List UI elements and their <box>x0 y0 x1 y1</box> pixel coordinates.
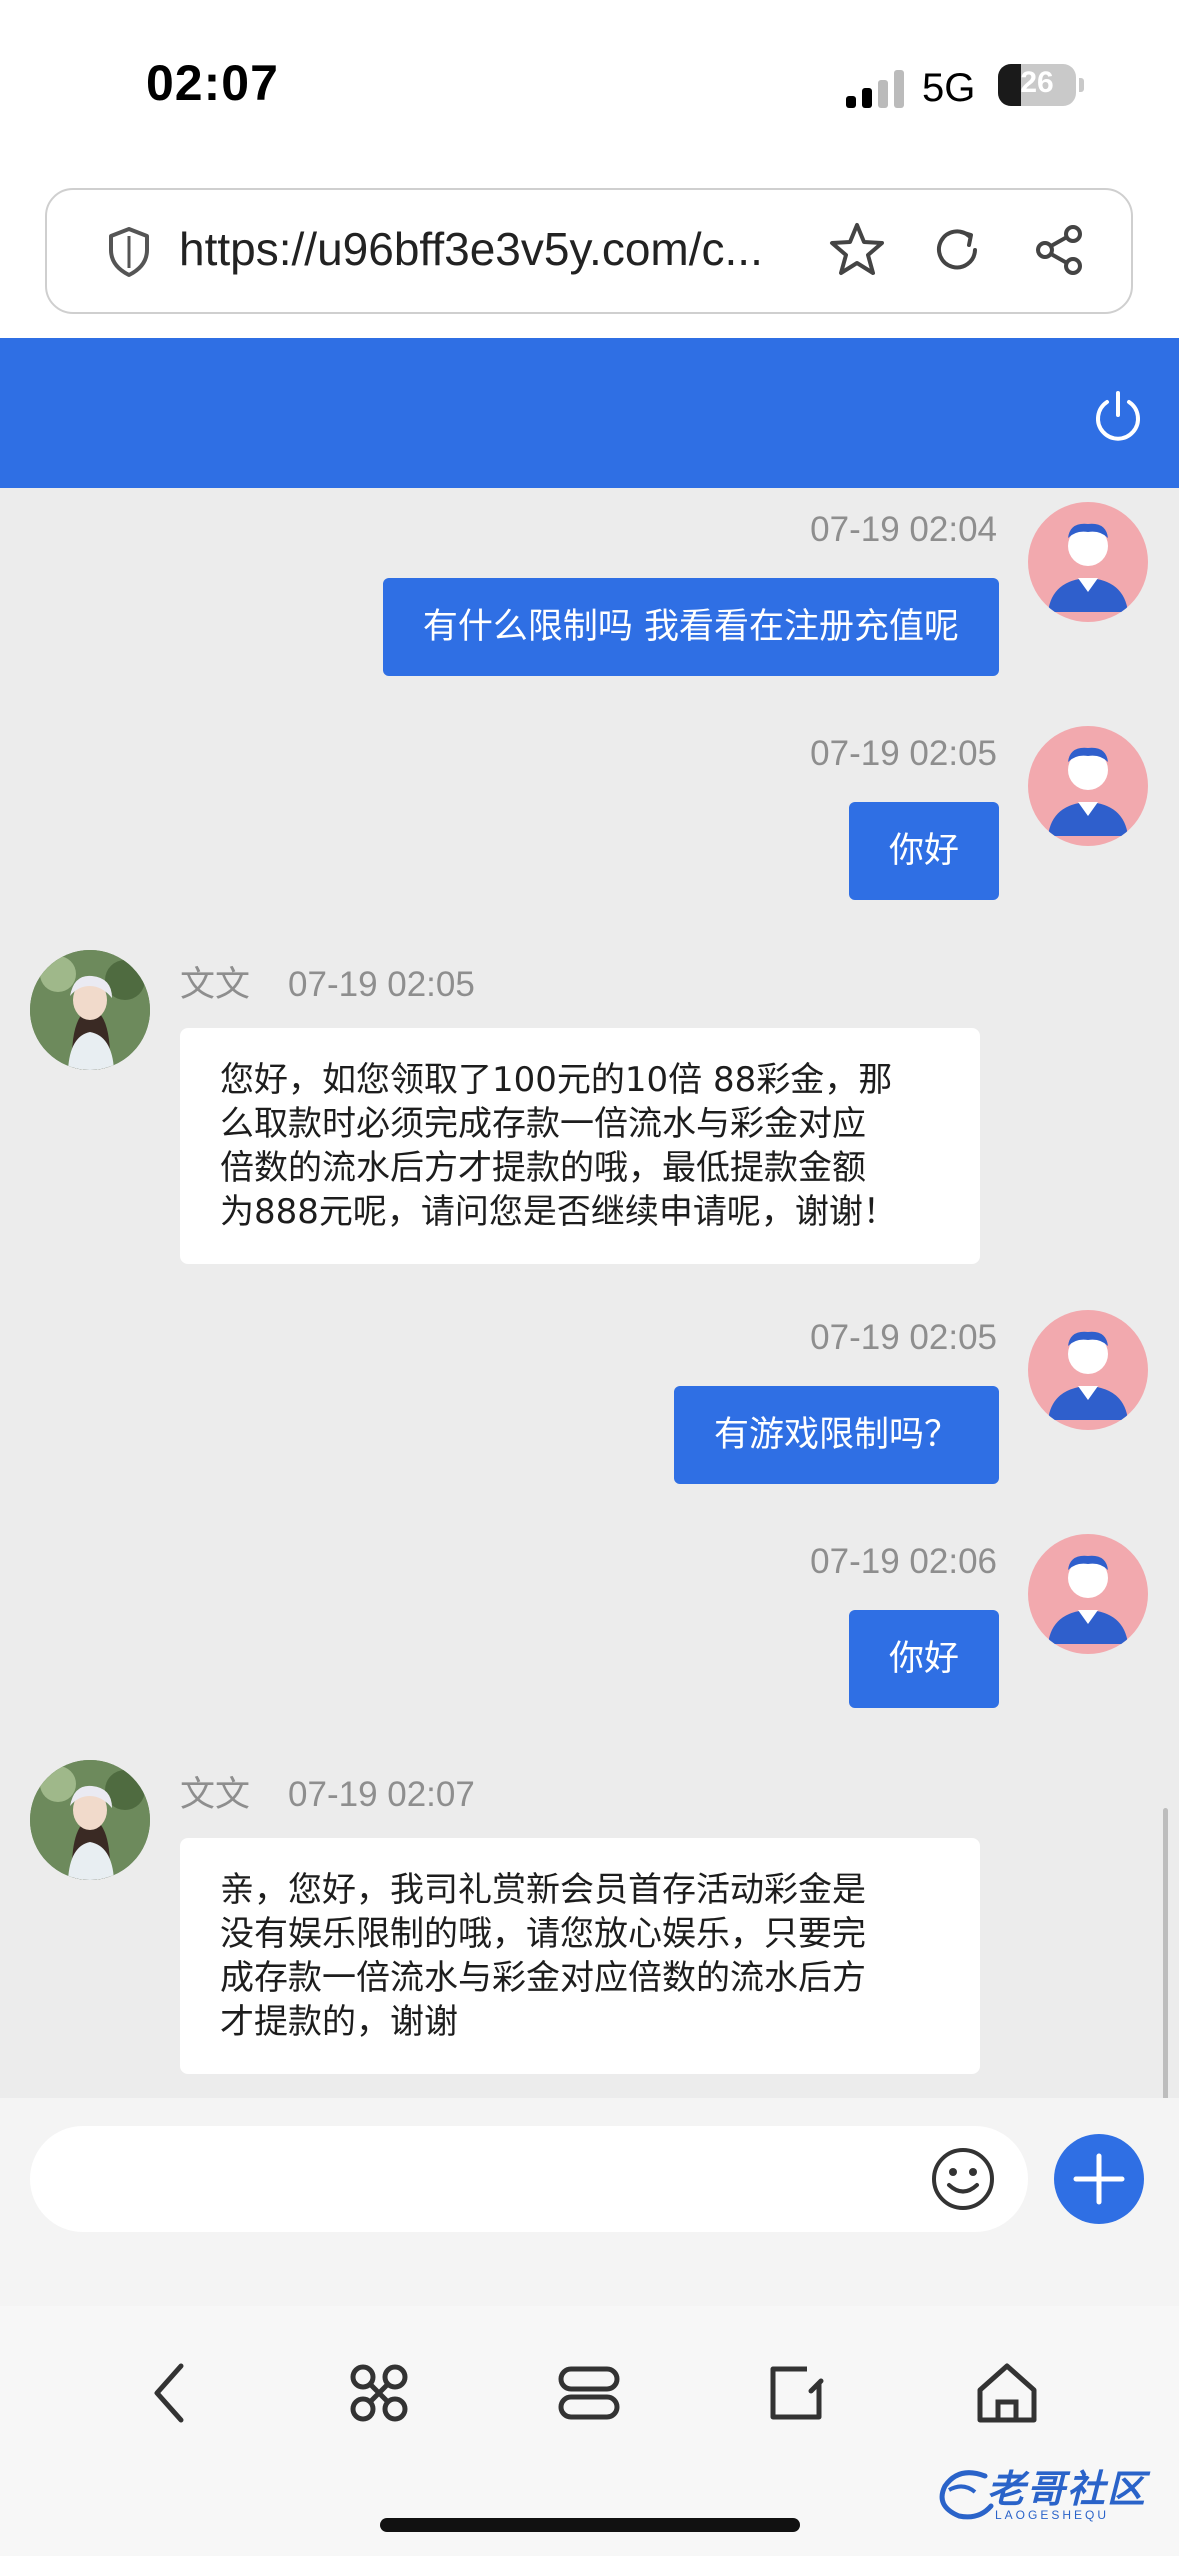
message-line: 成存款一倍流水与彩金对应倍数的流水后方 <box>220 1958 866 1998</box>
edit-button[interactable] <box>752 2348 842 2438</box>
message-time: 07-19 02:05 <box>288 965 475 1004</box>
message-line: 才提款的，谢谢 <box>220 2002 458 2042</box>
bottom-nav: 老哥社区 LAOGESHEQU <box>0 2306 1179 2556</box>
tabs-button[interactable] <box>544 2348 634 2438</box>
message-time: 07-19 02:04 <box>810 510 997 549</box>
message-bubble: 亲，您好，我司礼赏新会员首存活动彩金是 没有娱乐限制的哦，请您放心娱乐，只要完 … <box>180 1838 980 2074</box>
message-bubble: 你好 <box>848 1610 999 1708</box>
user-avatar <box>1028 1534 1148 1654</box>
watermark-logo: 老哥社区 LAOGESHEQU <box>935 2456 1165 2530</box>
home-indicator[interactable] <box>380 2518 800 2532</box>
message-bubble: 有游戏限制吗？ <box>673 1386 999 1484</box>
share-icon[interactable] <box>1031 222 1087 282</box>
agent-avatar <box>30 1760 150 1880</box>
input-area <box>0 2098 1179 2306</box>
agent-name: 文文 <box>180 965 251 1004</box>
message-line: 倍数的流水后方才提款的哦，最低提款金额 <box>220 1148 866 1188</box>
message-line: 您好，如您领取了100元的10倍 88彩金，那 <box>220 1060 893 1100</box>
message-line: 么取款时必须完成存款一倍流水与彩金对应 <box>220 1104 866 1144</box>
power-icon[interactable] <box>1090 388 1146 448</box>
message-bubble: 有什么限制吗 我看看在注册充值呢 <box>382 578 999 676</box>
network-label: 5G <box>922 66 976 110</box>
message-time: 07-19 02:05 <box>810 1318 997 1357</box>
chat-area[interactable]: 07-19 02:04 有什么限制吗 我看看在注册充值呢 07-19 02:05… <box>0 488 1179 2098</box>
chat-header <box>0 338 1179 488</box>
reload-icon[interactable] <box>929 222 985 282</box>
back-icon <box>154 2363 184 2423</box>
battery-icon: 26 <box>998 64 1076 106</box>
message-input[interactable] <box>30 2126 1028 2232</box>
watermark-text: 老哥社区 <box>987 2467 1148 2511</box>
back-button[interactable] <box>126 2348 216 2438</box>
message-time: 07-19 02:07 <box>288 1775 475 1814</box>
plus-icon <box>1073 2153 1125 2205</box>
edit-icon <box>770 2366 824 2420</box>
star-icon[interactable] <box>827 220 887 284</box>
battery-level: 26 <box>1020 66 1054 99</box>
watermark-subtext: LAOGESHEQU <box>995 2508 1110 2522</box>
message-time: 07-19 02:05 <box>810 734 997 773</box>
command-icon <box>350 2364 408 2422</box>
url-bar[interactable]: https://u96bff3e3v5y.com/c... <box>45 188 1133 314</box>
url-text[interactable]: https://u96bff3e3v5y.com/c... <box>179 222 869 276</box>
status-bar: 02:07 5G 26 <box>0 0 1179 170</box>
status-time: 02:07 <box>146 55 279 111</box>
add-button[interactable] <box>1054 2134 1144 2224</box>
agent-name: 文文 <box>180 1775 251 1814</box>
message-line: 为888元呢，请问您是否继续申请呢，谢谢！ <box>220 1192 897 1232</box>
signal-icon <box>846 70 904 108</box>
shield-icon[interactable] <box>107 226 151 282</box>
command-button[interactable] <box>334 2348 424 2438</box>
message-line: 没有娱乐限制的哦，请您放心娱乐，只要完 <box>220 1914 866 1954</box>
emoji-icon[interactable] <box>930 2146 996 2216</box>
user-avatar <box>1028 726 1148 846</box>
message-line: 亲，您好，我司礼赏新会员首存活动彩金是 <box>220 1870 866 1910</box>
user-avatar <box>1028 1310 1148 1430</box>
agent-avatar <box>30 950 150 1070</box>
user-avatar <box>1028 502 1148 622</box>
home-button[interactable] <box>962 2348 1052 2438</box>
message-bubble: 你好 <box>848 802 999 900</box>
message-time: 07-19 02:06 <box>810 1542 997 1581</box>
dragon-icon <box>939 2470 994 2520</box>
chat-scrollbar[interactable] <box>1163 1808 1168 2098</box>
message-bubble: 您好，如您领取了100元的10倍 88彩金，那 么取款时必须完成存款一倍流水与彩… <box>180 1028 980 1264</box>
home-icon <box>977 2363 1037 2423</box>
tabs-icon <box>558 2366 620 2420</box>
